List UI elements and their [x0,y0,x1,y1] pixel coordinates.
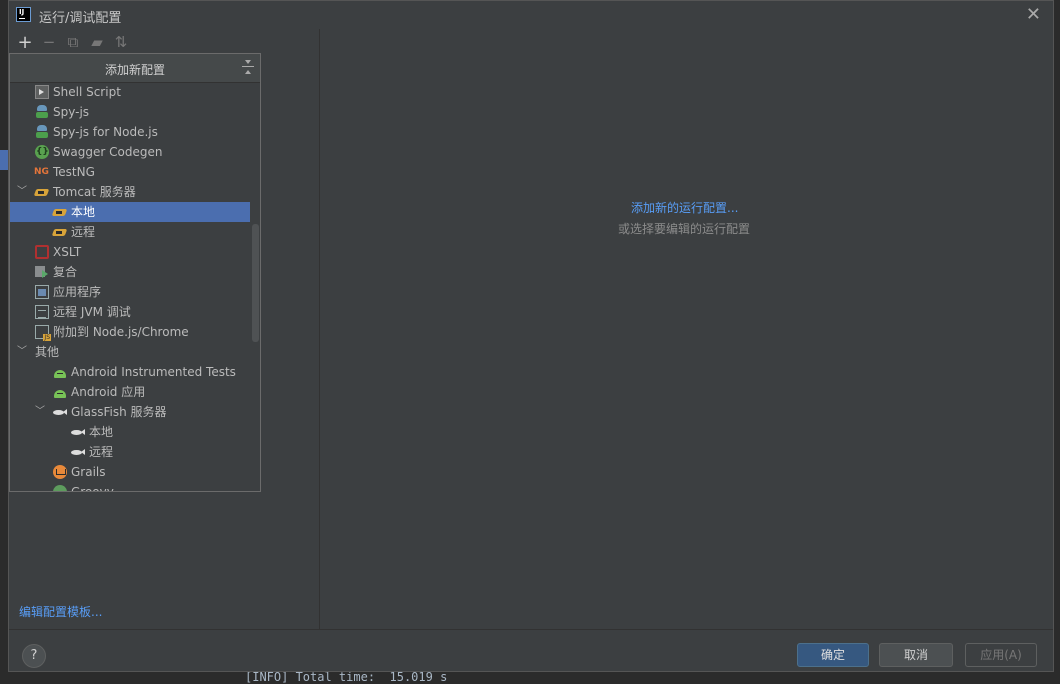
chevron-down-icon[interactable]: ﹀ [34,402,46,422]
close-icon[interactable]: ✕ [1026,4,1041,25]
tree-item-label: TestNG [53,165,95,179]
tree-item-label: GlassFish 服务器 [71,405,167,419]
tree-item-label: 远程 JVM 调试 [53,305,131,319]
chevron-down-icon[interactable]: ﹀ [16,182,28,202]
ok-button[interactable]: 确定 [797,643,869,667]
tree-item-label: 复合 [53,265,78,279]
testng-icon: NG [34,167,49,177]
tree-item-label: Android 应用 [71,385,146,399]
tree-item-compound[interactable]: 复合 [10,262,250,282]
application-icon [35,285,49,299]
add-new-config-popup: 添加新配置 Shell Script Spy-js Spy-js for Nod… [9,53,261,492]
tree-item-label: 本地 [71,205,96,219]
shell-script-icon [35,85,49,99]
tree-item-shell-script[interactable]: Shell Script [10,82,250,102]
swagger-icon [35,142,49,162]
config-type-tree: Shell Script Spy-js Spy-js for Node.js S… [10,82,250,491]
tree-item-label: 远程 [71,225,96,239]
folder-icon[interactable]: ▰ [85,32,109,52]
dialog-title: 运行/调试配置 [39,11,122,26]
groovy-icon [53,485,67,491]
apply-button[interactable]: 应用(A) [965,643,1037,667]
tree-item-groovy[interactable]: Groovy [10,482,250,492]
tree-item-label: XSLT [53,245,82,259]
config-details-pane [320,29,1053,629]
tree-item-attach-node[interactable]: 附加到 Node.js/Chrome [10,322,250,342]
edit-templates-link[interactable]: 编辑配置模板... [19,603,102,620]
android-icon [53,385,67,399]
compound-icon [35,265,49,279]
tree-item-tomcat-local[interactable]: 本地 [10,202,250,222]
tree-item-label: 远程 [89,445,114,459]
select-config-hint: 或选择要编辑的运行配置 [618,222,751,236]
copy-icon[interactable]: ⧉ [61,32,85,52]
background-ide-right [1054,0,1060,684]
tomcat-icon [35,185,49,199]
popup-header: 添加新配置 [10,54,260,83]
attach-node-icon [35,325,51,341]
sort-icon[interactable]: ⇅ [109,32,133,52]
tree-item-glassfish-remote[interactable]: 远程 [10,442,250,462]
tree-item-label: 本地 [89,425,114,439]
tree-item-glassfish[interactable]: ﹀ GlassFish 服务器 [10,402,250,422]
glassfish-icon [71,425,85,439]
tree-item-label: Android Instrumented Tests [71,365,236,379]
tree-item-label: Groovy [71,485,114,492]
tree-item-application[interactable]: 应用程序 [10,282,250,302]
xslt-icon [35,245,49,259]
spy-js-icon [35,125,49,139]
tree-item-label: Spy-js [53,105,90,119]
tree-item-spy-js[interactable]: Spy-js [10,102,250,122]
dialog-titlebar: IJ 运行/调试配置 ✕ [9,1,1053,29]
tomcat-icon [53,225,67,239]
glassfish-icon [71,445,85,459]
tree-item-android-app[interactable]: Android 应用 [10,382,250,402]
tree-item-android-tests[interactable]: Android Instrumented Tests [10,362,250,382]
tree-item-remote-jvm[interactable]: 远程 JVM 调试 [10,302,250,322]
grails-icon [53,465,67,479]
tree-item-label: 应用程序 [53,285,102,299]
glassfish-icon [53,405,67,419]
tree-item-label: Spy-js for Node.js [53,125,158,139]
tree-item-spy-js-node[interactable]: Spy-js for Node.js [10,122,250,142]
tree-item-xslt[interactable]: XSLT [10,242,250,262]
spy-js-icon [35,105,49,119]
cancel-button[interactable]: 取消 [879,643,953,667]
add-new-config-link[interactable]: 添加新的运行配置... [631,199,738,216]
tree-item-testng[interactable]: NG TestNG [10,162,250,182]
tree-item-label: Grails [71,465,106,479]
tree-item-tomcat-remote[interactable]: 远程 [10,222,250,242]
tree-item-grails[interactable]: Grails [10,462,250,482]
tree-item-label: Shell Script [53,85,121,99]
remote-debug-icon [35,305,49,319]
tree-item-label: 附加到 Node.js/Chrome [53,325,189,339]
collapse-all-icon[interactable] [242,60,254,74]
tomcat-icon [53,205,67,219]
tree-item-label: Swagger Codegen [53,145,163,159]
tree-item-label: Tomcat 服务器 [53,185,136,199]
config-toolbar: + − ⧉ ▰ ⇅ [13,31,133,53]
tree-item-glassfish-local[interactable]: 本地 [10,422,250,442]
tree-item-swagger[interactable]: Swagger Codegen [10,142,250,162]
tree-item-tomcat[interactable]: ﹀ Tomcat 服务器 [10,182,250,202]
android-icon [53,365,67,379]
dialog-footer: ? 确定 取消 应用(A) [9,629,1053,674]
tree-scrollbar[interactable] [252,224,259,342]
help-button[interactable]: ? [22,644,46,668]
add-icon[interactable]: + [13,32,37,53]
tree-item-other[interactable]: ﹀ 其他 [10,342,250,362]
chevron-down-icon[interactable]: ﹀ [16,342,28,362]
remove-icon[interactable]: − [37,32,61,52]
intellij-logo-icon: IJ [16,7,31,22]
popup-title: 添加新配置 [104,63,165,77]
tree-item-label: 其他 [35,345,60,359]
